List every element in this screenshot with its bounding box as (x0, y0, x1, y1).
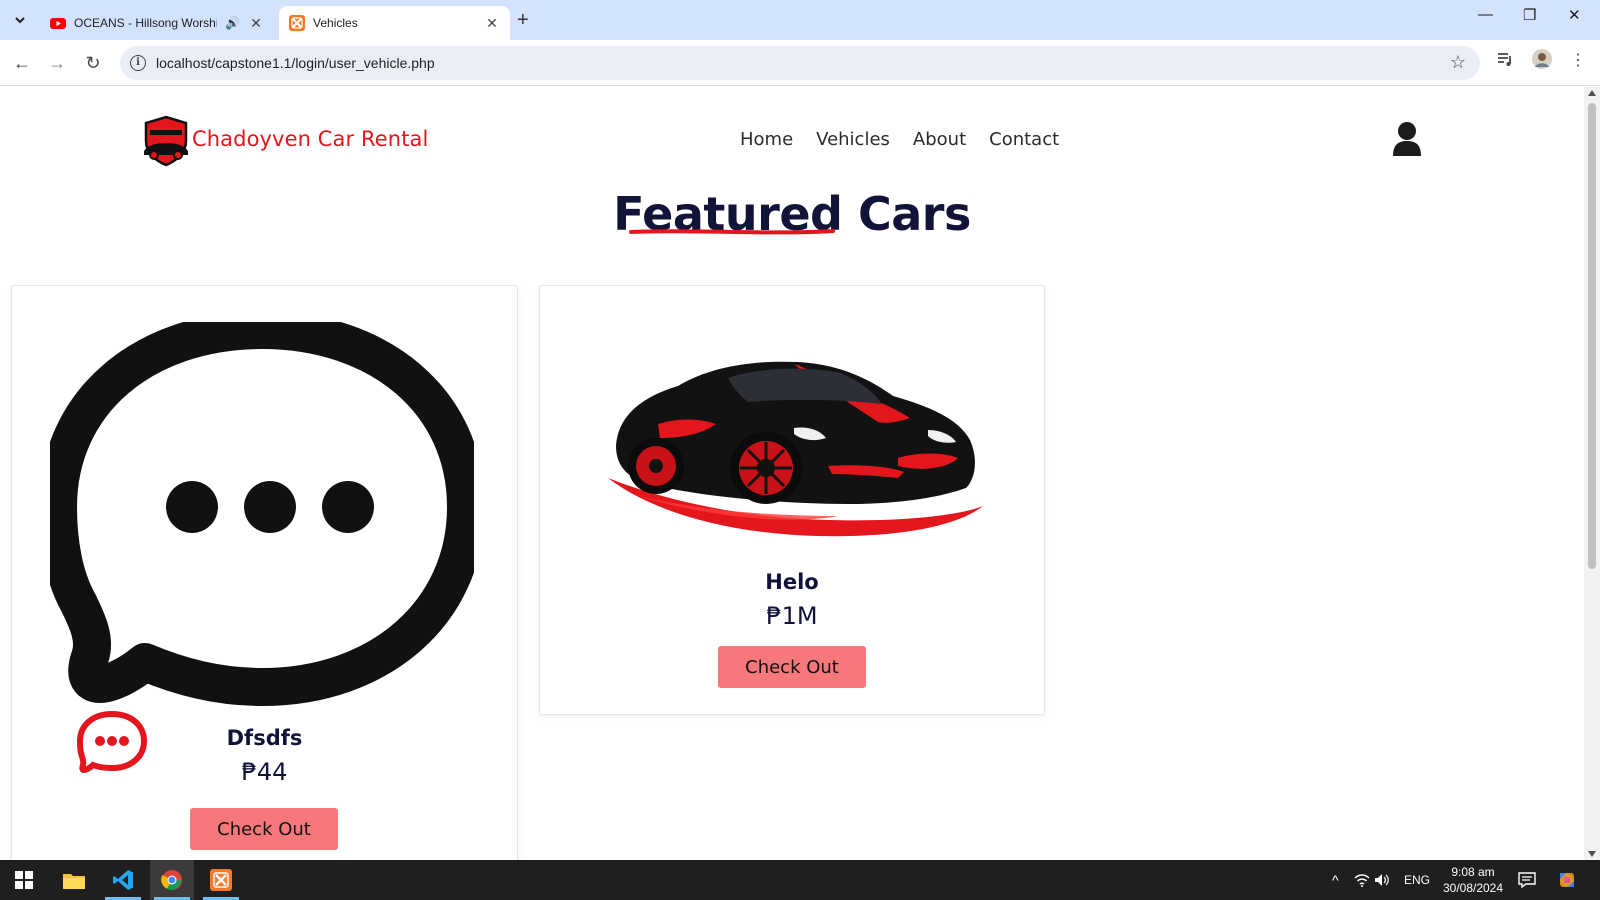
close-tab-icon[interactable]: ✕ (484, 15, 500, 32)
chrome-icon[interactable] (150, 860, 194, 900)
car-card: Helo ₱1M Check Out (539, 285, 1045, 715)
close-tab-icon[interactable]: ✕ (248, 15, 264, 32)
site-info-icon[interactable]: i (130, 55, 146, 71)
tray-chevron-up-icon[interactable]: ^ (1332, 860, 1339, 900)
user-account-icon[interactable] (1392, 121, 1422, 157)
car-price: ₱1M (766, 602, 818, 630)
notifications-icon[interactable] (1518, 860, 1536, 900)
reload-icon[interactable]: ↻ (80, 50, 106, 76)
address-bar[interactable]: i localhost/capstone1.1/login/user_vehic… (120, 46, 1480, 80)
checkout-button[interactable]: Check Out (718, 646, 866, 688)
xampp-icon[interactable] (199, 860, 243, 900)
title-underline (629, 229, 835, 235)
clock-time: 9:08 am (1451, 865, 1495, 879)
scroll-up-icon[interactable] (1588, 90, 1596, 96)
car-card: Dfsdfs ₱44 Check Out (11, 285, 518, 860)
more-menu-icon[interactable]: ⋮ (1570, 50, 1586, 70)
main-nav: Home Vehicles About Contact (740, 129, 1059, 150)
media-control-icon[interactable] (1496, 50, 1514, 73)
nav-contact[interactable]: Contact (989, 129, 1059, 150)
restore-icon[interactable]: ❐ (1523, 6, 1536, 24)
language-indicator[interactable]: ENG (1404, 860, 1430, 900)
bookmark-star-icon[interactable]: ☆ (1450, 52, 1466, 73)
car-name: Helo (765, 570, 819, 594)
tab-youtube[interactable]: OCEANS - Hillsong Worship 🔊 ✕ (40, 6, 274, 40)
scrollbar-thumb[interactable] (1588, 103, 1596, 569)
brand-name[interactable]: Chadoyven Car Rental (192, 127, 428, 151)
windows-start-icon[interactable] (2, 860, 46, 900)
close-window-icon[interactable]: ✕ (1568, 6, 1581, 24)
page-viewport: Chadoyven Car Rental Home Vehicles About… (0, 87, 1584, 860)
taskbar-clock[interactable]: 9:08 am 30/08/2024 (1438, 864, 1508, 896)
sports-car-image (608, 361, 983, 537)
clock-date: 30/08/2024 (1442, 881, 1504, 895)
forward-arrow-icon[interactable]: → (44, 50, 70, 76)
site-header: Chadoyven Car Rental Home Vehicles About… (0, 87, 1584, 197)
volume-icon[interactable] (1374, 860, 1390, 900)
file-explorer-icon[interactable] (52, 860, 96, 900)
tab-title: Vehicles (313, 16, 358, 30)
speaker-icon[interactable]: 🔊 (225, 16, 240, 30)
nav-home[interactable]: Home (740, 129, 793, 150)
url-text: localhost/capstone1.1/login/user_vehicle… (156, 55, 435, 71)
page-scrollbar[interactable] (1584, 87, 1600, 860)
copilot-icon[interactable] (1556, 860, 1578, 900)
xampp-icon (289, 15, 305, 31)
minimize-icon[interactable]: — (1478, 6, 1493, 23)
nav-about[interactable]: About (913, 129, 966, 150)
brand-logo[interactable] (140, 115, 192, 167)
new-tab-button[interactable]: + (517, 8, 529, 32)
tab-title: OCEANS - Hillsong Worship (74, 16, 218, 30)
youtube-icon (50, 18, 66, 29)
windows-taskbar: ^ ENG 9:08 am 30/08/2024 (0, 860, 1600, 900)
tab-vehicles[interactable]: Vehicles ✕ (279, 6, 510, 40)
car-name: Dfsdfs (226, 726, 303, 750)
tab-search-button[interactable] (8, 8, 32, 32)
back-arrow-icon[interactable]: ← (9, 50, 35, 76)
chat-bubble-icon (50, 322, 474, 706)
checkout-button[interactable]: Check Out (190, 808, 338, 850)
nav-vehicles[interactable]: Vehicles (816, 129, 890, 150)
chevron-down-icon (15, 17, 25, 24)
network-icon[interactable] (1354, 860, 1370, 900)
profile-avatar[interactable] (1532, 49, 1552, 74)
browser-tab-bar: OCEANS - Hillsong Worship 🔊 ✕ Vehicles ✕… (0, 0, 1600, 40)
car-price: ₱44 (241, 758, 288, 786)
scroll-down-icon[interactable] (1588, 851, 1596, 857)
browser-toolbar: ← → ↻ i localhost/capstone1.1/login/user… (0, 40, 1600, 86)
vscode-icon[interactable] (101, 860, 145, 900)
